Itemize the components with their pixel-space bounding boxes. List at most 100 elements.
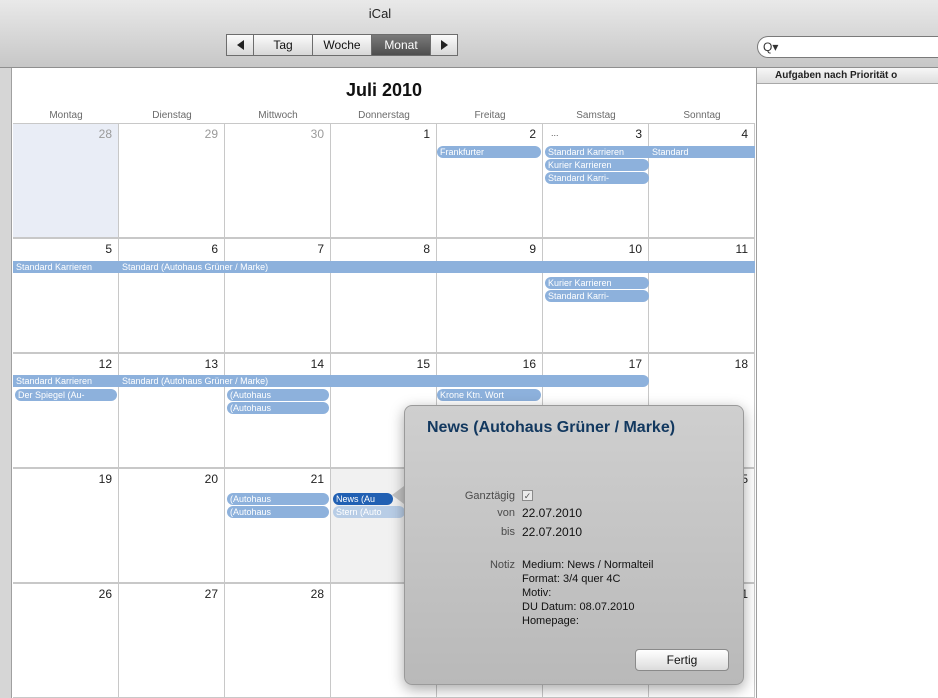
note-field[interactable]: Medium: News / Normalteil Format: 3/4 qu… [522, 558, 732, 628]
from-date-field[interactable]: 22.07.2010 [522, 506, 582, 520]
event-item[interactable]: Standard Karri- [545, 290, 649, 302]
done-button[interactable]: Fertig [635, 649, 729, 671]
day-cell[interactable]: 11 [649, 238, 755, 353]
weekday-label: Donnerstag [358, 110, 410, 121]
day-number: 30 [310, 127, 324, 141]
note-line: Motiv: [522, 587, 552, 599]
event-item[interactable]: Standard (Autohaus Grüner / Marke) [119, 375, 649, 387]
event-item[interactable]: Standard Karrieren [545, 146, 649, 158]
event-title[interactable]: News (Autohaus Grüner / Marke) [427, 418, 727, 438]
day-cell[interactable]: 19 [13, 468, 119, 583]
search-field[interactable]: Q▾ [757, 36, 938, 58]
day-cell[interactable]: 2 [437, 123, 543, 238]
event-item[interactable]: Stern (Auto [333, 506, 405, 518]
day-number: 11 [735, 242, 748, 256]
day-cell[interactable]: 6 [119, 238, 225, 353]
event-item[interactable]: (Autohaus [227, 389, 329, 401]
from-label: von [497, 507, 515, 519]
day-number: 13 [204, 357, 218, 371]
previous-button[interactable] [226, 34, 254, 56]
day-number: 20 [204, 472, 218, 486]
day-cell[interactable]: 21 [225, 468, 331, 583]
day-cell[interactable]: 13 [119, 353, 225, 468]
day-cell[interactable]: 30 [225, 123, 331, 238]
tasks-sort-header[interactable]: Aufgaben nach Priorität o [757, 68, 938, 84]
day-number: 8 [423, 242, 430, 256]
weekday-label: Mittwoch [258, 110, 298, 121]
day-number: 6 [211, 242, 218, 256]
day-cell[interactable]: 26 [13, 583, 119, 698]
day-cell[interactable]: 29 [119, 123, 225, 238]
note-label: Notiz [489, 559, 515, 571]
event-item[interactable]: Standard [649, 146, 755, 158]
allday-label: Ganztägig [464, 490, 515, 502]
day-cell[interactable]: 28 [13, 123, 119, 238]
event-item[interactable]: Standard Karrieren [13, 375, 119, 387]
view-switcher: Tag Woche Monat [226, 34, 458, 56]
month-title: Juli 2010 [345, 80, 423, 100]
calendar-list-edge [0, 68, 12, 698]
day-cell[interactable]: 4 [649, 123, 755, 238]
day-cell[interactable]: 27 [119, 583, 225, 698]
day-number: 18 [734, 357, 748, 371]
to-date-field[interactable]: 22.07.2010 [522, 525, 582, 539]
day-cell[interactable]: 7 [225, 238, 331, 353]
arrow-right-icon [440, 40, 448, 50]
view-week-button[interactable]: Woche [312, 34, 372, 56]
event-info-popover: News (Autohaus Grüner / Marke) Ganztägig… [404, 405, 744, 685]
day-cell[interactable]: 20 [119, 468, 225, 583]
weekday-label: Montag [49, 110, 83, 121]
day-number: 21 [310, 472, 324, 486]
day-number: 27 [204, 587, 218, 601]
event-item[interactable]: Standard Karri- [545, 172, 649, 184]
note-line: Medium: News / Normalteil [522, 559, 654, 571]
event-item[interactable]: Frankfurter [437, 146, 541, 158]
event-item[interactable]: (Autohaus [227, 493, 329, 505]
day-number: 26 [98, 587, 112, 601]
day-number: 15 [416, 357, 430, 371]
event-item[interactable]: Kurier Karrieren [545, 277, 649, 289]
event-item[interactable]: Kurier Karrieren [545, 159, 649, 171]
day-cell[interactable]: 9 [437, 238, 543, 353]
day-number: 4 [741, 127, 748, 141]
event-item[interactable]: Der Spiegel (Au- [15, 389, 117, 401]
weekday-label: Samstag [576, 110, 616, 121]
day-number: 12 [98, 357, 112, 371]
event-item-selected[interactable]: News (Au [333, 493, 393, 505]
day-number: 2 [529, 127, 536, 141]
event-item[interactable]: (Autohaus [227, 402, 329, 414]
note-line: Format: 3/4 quer 4C [522, 573, 621, 585]
day-cell[interactable]: 5 [13, 238, 119, 353]
day-number: 7 [317, 242, 324, 256]
next-button[interactable] [430, 34, 458, 56]
event-item[interactable]: Krone Ktn. Wort [437, 389, 541, 401]
more-events-indicator[interactable]: ... [548, 127, 588, 139]
day-cell[interactable]: 8 [331, 238, 437, 353]
view-day-button[interactable]: Tag [253, 34, 313, 56]
day-cell[interactable]: 28 [225, 583, 331, 698]
ical-window: iCal Tag Woche Monat Q▾ Juli 2010 Montag… [0, 0, 938, 698]
day-number: 28 [310, 587, 324, 601]
popover-arrow [392, 486, 404, 504]
day-number: 10 [628, 242, 642, 256]
tasks-sidebar: Aufgaben nach Priorität o [756, 68, 938, 698]
weekday-label: Freitag [474, 110, 506, 121]
day-number: 29 [204, 127, 218, 141]
day-number: 28 [98, 127, 112, 141]
to-label: bis [500, 526, 515, 538]
event-item[interactable]: (Autohaus [227, 506, 329, 518]
arrow-left-icon [236, 40, 244, 50]
day-number: 14 [310, 357, 324, 371]
event-item[interactable]: Standard (Autohaus Grüner / Marke) [119, 261, 755, 273]
day-cell[interactable]: 1 [331, 123, 437, 238]
toolbar: iCal Tag Woche Monat Q▾ [0, 0, 938, 68]
allday-checkbox[interactable]: ✓ [522, 490, 533, 501]
window-title: iCal [368, 6, 392, 21]
weekday-label: Dienstag [152, 110, 192, 121]
day-cell[interactable]: 12 [13, 353, 119, 468]
view-month-button[interactable]: Monat [371, 34, 431, 56]
event-item[interactable]: Standard Karrieren [13, 261, 119, 273]
day-number: 5 [105, 242, 112, 256]
day-number: 1 [423, 127, 430, 141]
search-input[interactable] [782, 40, 933, 54]
